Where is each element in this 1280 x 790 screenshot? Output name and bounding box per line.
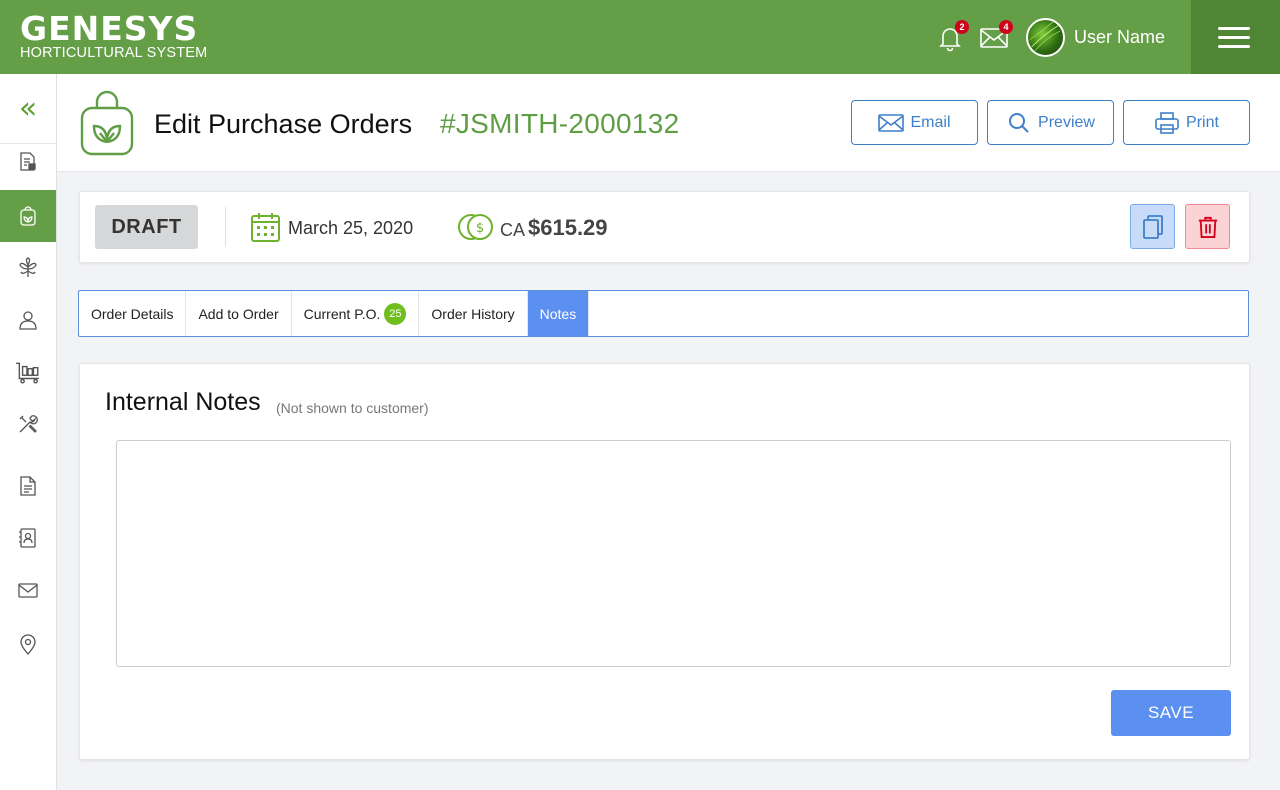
print-button[interactable]: Print xyxy=(1123,100,1250,145)
preview-button-label: Preview xyxy=(1038,113,1095,131)
sidebar-item-purchase-orders[interactable] xyxy=(0,190,56,242)
sidebar-item-reports[interactable] xyxy=(0,460,56,512)
plant-icon xyxy=(19,257,37,277)
logo-main-text: GENESYS xyxy=(20,9,199,48)
internal-notes-textarea[interactable] xyxy=(116,440,1231,667)
tab-label: Order Details xyxy=(91,305,174,322)
sidebar-item-mail[interactable] xyxy=(0,564,56,616)
save-button[interactable]: SAVE xyxy=(1111,690,1231,736)
preview-button[interactable]: Preview xyxy=(987,100,1114,145)
logo-sub-text: HORTICULTURAL SYSTEM xyxy=(20,45,208,61)
sidebar-collapse-button[interactable]: « xyxy=(0,74,56,144)
sidebar-item-plants[interactable] xyxy=(0,242,56,294)
order-tabs: Order Details Add to Order Current P.O. … xyxy=(78,290,1249,337)
copy-icon xyxy=(1142,214,1163,239)
location-pin-icon xyxy=(20,634,36,655)
sidebar-item-documents[interactable] xyxy=(0,136,56,188)
trash-icon xyxy=(1198,216,1217,238)
calendar-icon xyxy=(251,213,280,242)
envelope-icon xyxy=(878,113,905,132)
sidebar-item-contacts[interactable] xyxy=(0,512,56,564)
contact-book-icon xyxy=(19,528,36,548)
notifications-badge: 2 xyxy=(955,20,969,34)
shopping-bag-leaf-icon xyxy=(20,206,36,226)
mail-icon xyxy=(18,583,38,598)
divider xyxy=(225,207,226,247)
page-title: Edit Purchase Orders xyxy=(154,109,413,139)
tools-icon xyxy=(19,415,38,433)
user-icon xyxy=(19,311,37,330)
tab-count-badge: 25 xyxy=(384,302,407,325)
tab-label: Add to Order xyxy=(198,305,279,322)
hamburger-line xyxy=(1218,27,1250,30)
email-button-label: Email xyxy=(910,113,951,131)
tab-label: Current P.O. xyxy=(303,305,381,322)
coins-icon: $ xyxy=(458,214,493,240)
messages-badge: 4 xyxy=(999,20,1013,34)
svg-text:$: $ xyxy=(476,221,484,236)
cart-icon xyxy=(16,362,39,384)
order-status-bar: DRAFT March 25, 2020 $ CA $615.29 xyxy=(79,191,1250,263)
notes-panel: Internal Notes (Not shown to customer) S… xyxy=(79,363,1250,760)
shopping-bag-leaf-icon xyxy=(80,90,134,156)
hamburger-menu-button[interactable] xyxy=(1191,0,1280,74)
po-number: #JSMITH-2000132 xyxy=(440,108,680,139)
sidebar-item-orders[interactable] xyxy=(0,346,56,398)
hamburger-line xyxy=(1218,36,1250,39)
tab-add-to-order[interactable]: Add to Order xyxy=(186,291,292,336)
delete-button[interactable] xyxy=(1185,204,1230,249)
messages-button[interactable]: 4 xyxy=(979,20,1013,52)
order-date: March 25, 2020 xyxy=(288,218,414,238)
page-header: Edit Purchase Orders #JSMITH-2000132 Ema… xyxy=(57,74,1280,172)
print-button-label: Print xyxy=(1186,113,1219,131)
notes-subtitle: (Not shown to customer) xyxy=(276,400,429,416)
copy-button[interactable] xyxy=(1130,204,1175,249)
printer-icon xyxy=(1155,111,1179,134)
tab-notes[interactable]: Notes xyxy=(527,291,590,336)
sidebar-item-customers[interactable] xyxy=(0,294,56,346)
document-lock-icon xyxy=(20,152,36,171)
tab-order-history[interactable]: Order History xyxy=(419,291,528,336)
status-badge: DRAFT xyxy=(95,205,198,249)
tab-label: Notes xyxy=(539,305,577,322)
tab-current-po[interactable]: Current P.O. 25 xyxy=(292,291,420,336)
sidebar-item-tools[interactable] xyxy=(0,398,56,450)
document-icon xyxy=(20,476,36,496)
tab-order-details[interactable]: Order Details xyxy=(79,291,187,336)
top-bar: GENESYS HORTICULTURAL SYSTEM 2 4 User Na… xyxy=(0,0,1280,74)
order-total: $615.29 xyxy=(528,215,608,240)
user-name[interactable]: User Name xyxy=(1074,27,1165,48)
hamburger-line xyxy=(1218,45,1250,48)
currency-code: CA xyxy=(500,220,526,240)
notifications-button[interactable]: 2 xyxy=(935,20,969,52)
sidebar: « xyxy=(0,74,57,790)
double-chevron-left-icon: « xyxy=(18,90,38,126)
app-logo[interactable]: GENESYS HORTICULTURAL SYSTEM xyxy=(20,9,208,61)
email-button[interactable]: Email xyxy=(851,100,978,145)
search-icon xyxy=(1009,112,1029,133)
sidebar-item-locations[interactable] xyxy=(0,618,56,670)
avatar[interactable] xyxy=(1026,18,1065,57)
avatar-leaf-image xyxy=(1029,21,1061,51)
notes-title: Internal Notes xyxy=(105,388,261,416)
tab-label: Order History xyxy=(431,305,515,322)
